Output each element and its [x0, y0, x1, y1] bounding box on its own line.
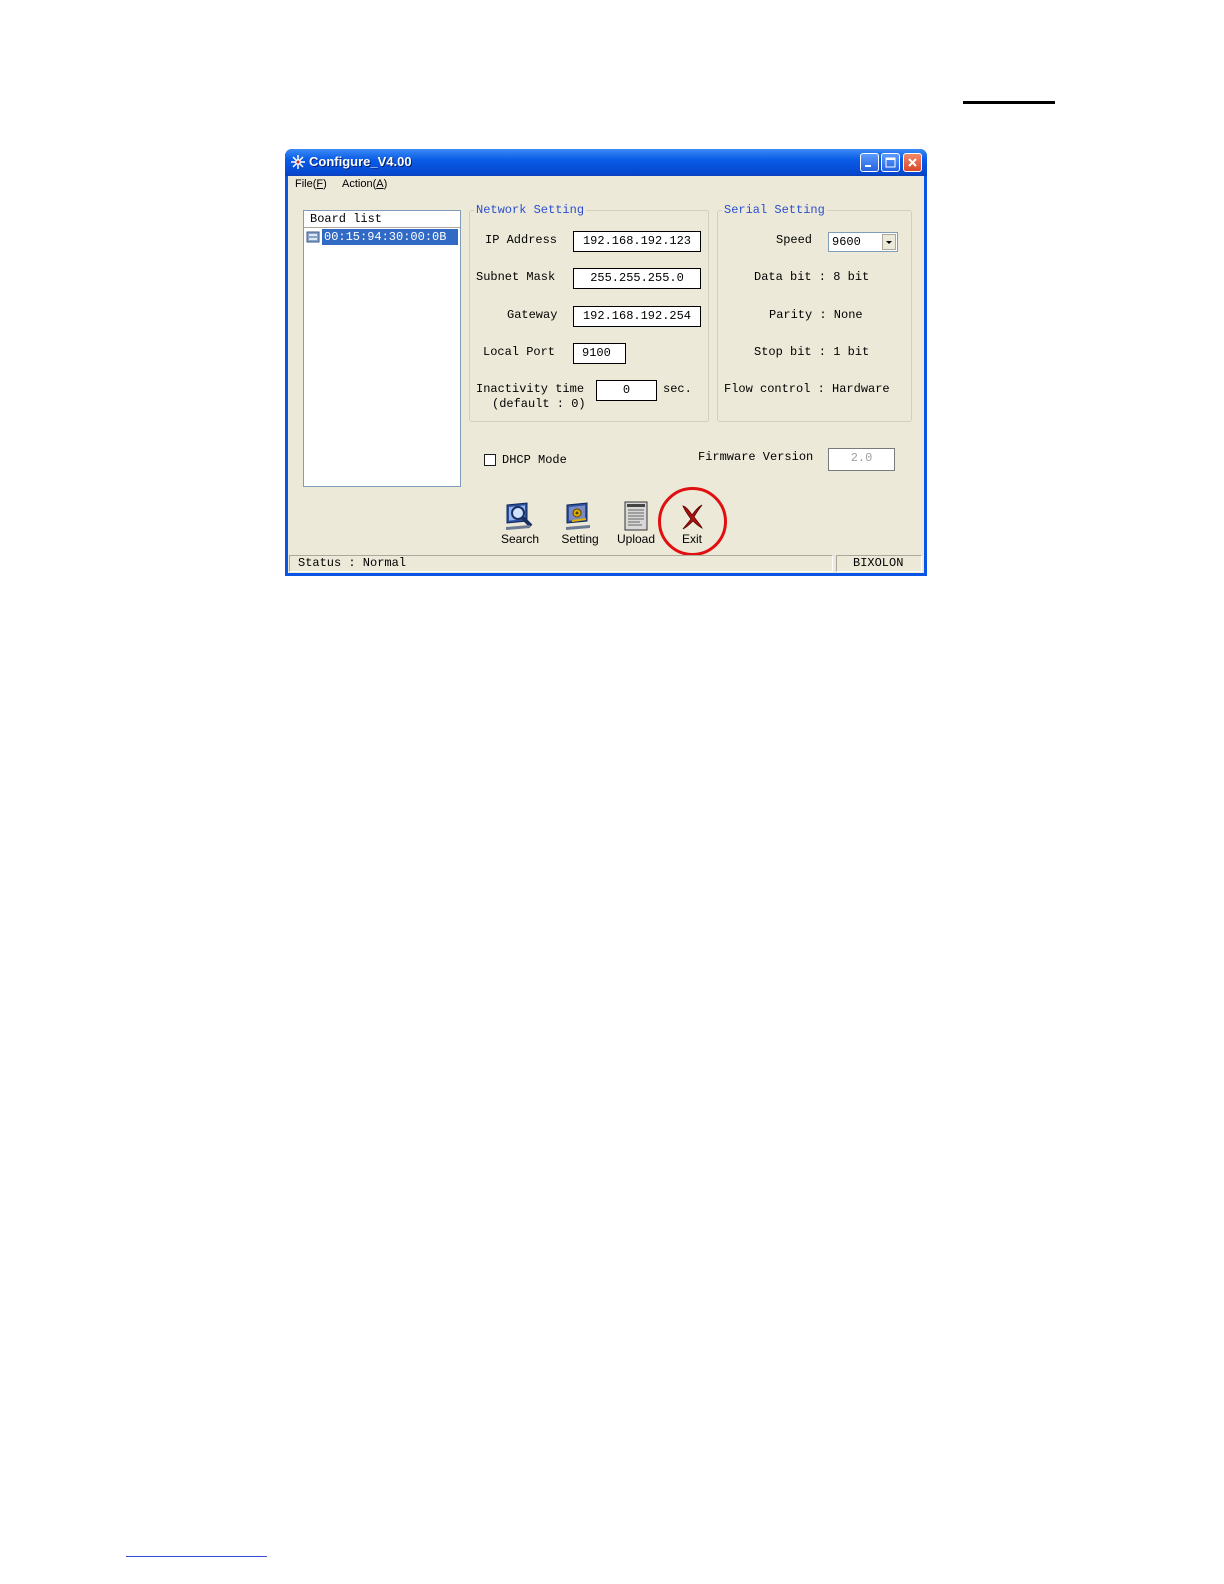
board-list-header: Board list	[304, 211, 460, 228]
status-bar: Status : Normal BIXOLON	[288, 554, 924, 573]
firmware-version-label: Firmware Version	[698, 450, 814, 464]
search-button[interactable]: Search	[495, 501, 545, 549]
window-title: Configure_V4.00	[309, 154, 412, 169]
serial-setting-title: Serial Setting	[724, 203, 825, 217]
speed-dropdown-button[interactable]	[882, 234, 896, 250]
ip-address-field[interactable]: 192.168.192.123	[573, 231, 701, 252]
ip-address-label: IP Address	[485, 233, 558, 247]
speed-select[interactable]: 9600	[828, 232, 898, 252]
speed-label: Speed	[776, 233, 813, 247]
window-client-area: File(F) Action(A) Board list 00:15:94:30…	[288, 176, 924, 573]
board-list-item[interactable]: 00:15:94:30:00:0B	[306, 229, 458, 245]
search-icon	[506, 502, 533, 530]
stop-bit-label: Stop bit : 1 bit	[754, 345, 870, 359]
inactivity-time-label: Inactivity time	[476, 382, 585, 396]
maximize-icon	[885, 157, 896, 168]
dhcp-mode-label: DHCP Mode	[502, 453, 567, 467]
inactivity-default-label: (default : 0)	[492, 397, 586, 411]
speed-select-value: 9600	[832, 235, 861, 249]
subnet-mask-label: Subnet Mask	[476, 270, 556, 284]
board-list-item-label: 00:15:94:30:00:0B	[322, 229, 458, 245]
inactivity-time-field[interactable]: 0	[596, 380, 657, 401]
network-setting-title: Network Setting	[476, 203, 585, 217]
page-rule-top	[963, 101, 1055, 104]
subnet-mask-field[interactable]: 255.255.255.0	[573, 268, 701, 289]
status-brand: BIXOLON	[836, 555, 922, 572]
upload-icon	[624, 501, 648, 531]
title-bar[interactable]: Configure_V4.00	[285, 149, 927, 176]
configure-window: Configure_V4.00 File(F) Action(A) Board …	[285, 149, 927, 576]
page-rule-bottom	[126, 1556, 267, 1557]
maximize-button[interactable]	[881, 153, 900, 172]
status-text: Status : Normal	[289, 555, 833, 572]
menu-action-paren: )	[383, 178, 388, 190]
board-device-icon	[306, 231, 320, 243]
dhcp-mode-checkbox[interactable]	[484, 454, 496, 466]
inactivity-unit-label: sec.	[663, 382, 692, 396]
menu-file[interactable]: File(F)	[295, 178, 327, 190]
close-button[interactable]	[903, 153, 922, 172]
menu-file-paren: )	[323, 178, 327, 190]
upload-button-label: Upload	[616, 532, 656, 546]
parity-label: Parity : None	[769, 308, 863, 322]
gateway-field[interactable]: 192.168.192.254	[573, 306, 701, 327]
menu-file-label: File(	[295, 178, 317, 190]
local-port-label: Local Port	[483, 345, 556, 359]
gateway-label: Gateway	[507, 308, 558, 322]
exit-highlight-circle	[658, 487, 727, 556]
app-icon	[291, 155, 305, 169]
upload-button[interactable]: Upload	[611, 501, 661, 549]
minimize-button[interactable]	[860, 153, 879, 172]
firmware-version-field: 2.0	[828, 448, 895, 471]
flow-control-label: Flow control : Hardware	[724, 382, 890, 396]
setting-button[interactable]: Setting	[555, 501, 605, 549]
search-button-label: Search	[500, 532, 540, 546]
menu-action-key: A	[376, 178, 384, 190]
menu-action-label: Action(	[342, 178, 377, 190]
local-port-field[interactable]: 9100	[573, 343, 626, 364]
menu-action[interactable]: Action(A)	[342, 178, 387, 190]
setting-icon	[566, 502, 590, 530]
chevron-down-icon	[886, 241, 892, 244]
setting-button-label: Setting	[561, 532, 599, 546]
close-icon	[908, 158, 917, 167]
data-bit-label: Data bit : 8 bit	[754, 270, 870, 284]
minimize-icon	[865, 165, 871, 167]
menu-bar: File(F) Action(A)	[288, 176, 924, 194]
board-list[interactable]: Board list 00:15:94:30:00:0B	[303, 210, 461, 487]
